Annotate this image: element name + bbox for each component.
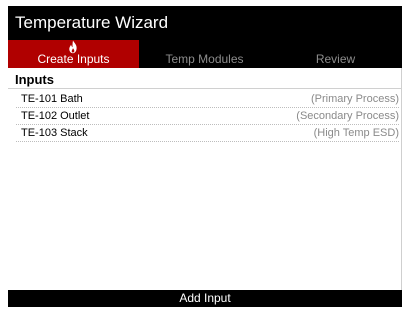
tab-temp-modules-label: Temp Modules xyxy=(165,52,244,66)
tab-review[interactable]: Review xyxy=(270,40,401,68)
app-title: Temperature Wizard xyxy=(15,13,169,32)
tab-create-inputs[interactable]: Create Inputs xyxy=(8,40,139,68)
input-row[interactable]: TE-102 Outlet (Secondary Process) xyxy=(16,108,399,125)
title-bar: Temperature Wizard xyxy=(8,6,402,40)
tab-bar: Create Inputs Temp Modules Review xyxy=(8,40,402,68)
add-input-label: Add Input xyxy=(179,291,231,305)
input-name: TE-101 Bath xyxy=(21,93,83,105)
section-title: Inputs xyxy=(15,72,54,87)
input-row[interactable]: TE-101 Bath (Primary Process) xyxy=(16,91,399,108)
tab-create-inputs-label: Create Inputs xyxy=(37,52,110,66)
input-name: TE-102 Outlet xyxy=(21,110,90,122)
wizard-window: Temperature Wizard Create Inputs Temp Mo… xyxy=(8,6,402,311)
tab-temp-modules[interactable]: Temp Modules xyxy=(139,40,270,68)
input-row[interactable]: TE-103 Stack (High Temp ESD) xyxy=(16,125,399,142)
tab-review-label: Review xyxy=(315,52,356,66)
section-divider xyxy=(8,88,401,89)
input-description: (Secondary Process) xyxy=(296,110,399,122)
input-name: TE-103 Stack xyxy=(21,127,88,139)
input-description: (Primary Process) xyxy=(310,93,399,105)
add-input-button[interactable]: Add Input xyxy=(8,290,402,307)
input-description: (High Temp ESD) xyxy=(313,127,399,139)
inputs-panel: Inputs TE-101 Bath (Primary Process) TE-… xyxy=(8,68,402,290)
